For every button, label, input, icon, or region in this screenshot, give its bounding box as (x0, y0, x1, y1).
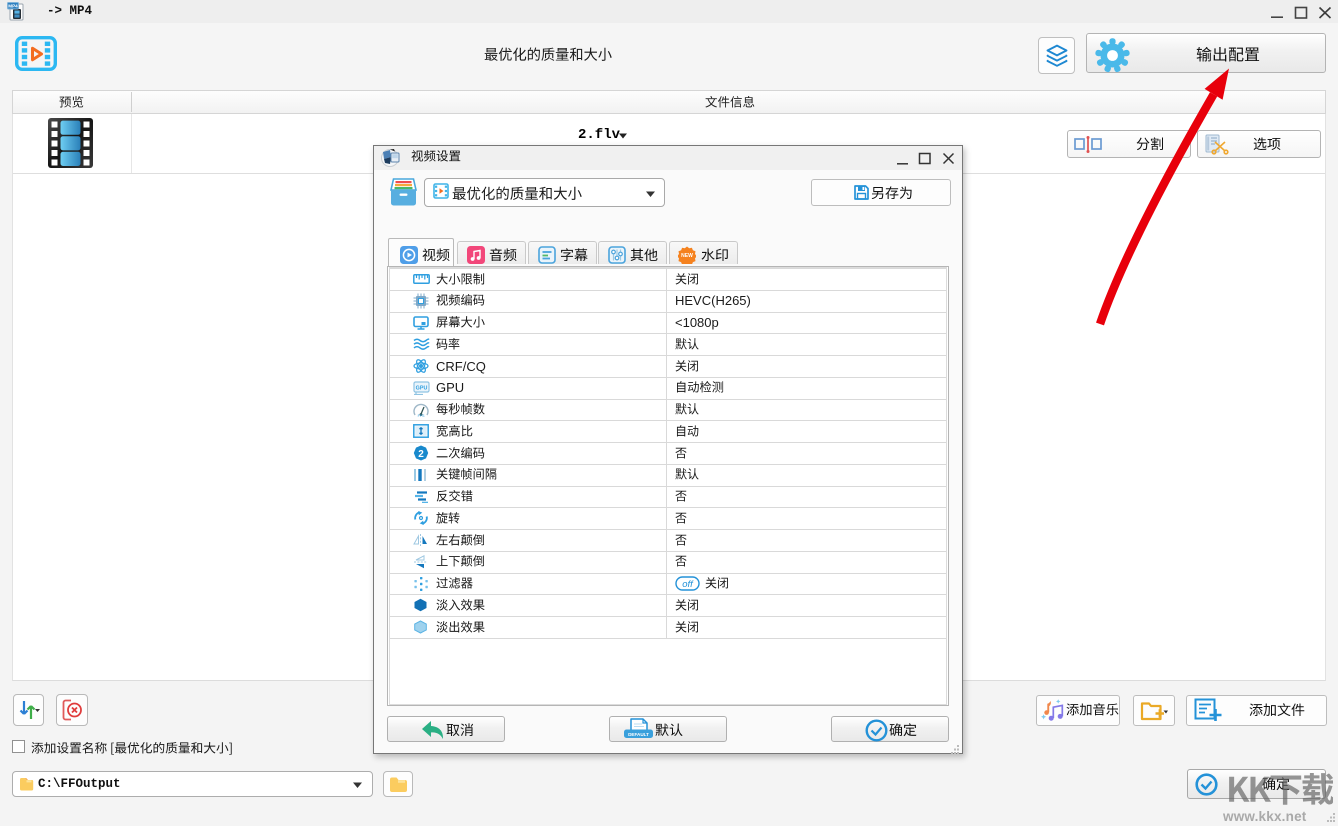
svg-text:MP4: MP4 (8, 4, 18, 9)
svg-text:NEW: NEW (682, 253, 694, 259)
svg-text:off: off (682, 579, 694, 590)
svg-text:2: 2 (418, 449, 424, 460)
svg-text:DEFAULT: DEFAULT (628, 732, 649, 737)
svg-text:GPU: GPU (416, 385, 428, 391)
svg-text:FPS: FPS (418, 413, 425, 416)
